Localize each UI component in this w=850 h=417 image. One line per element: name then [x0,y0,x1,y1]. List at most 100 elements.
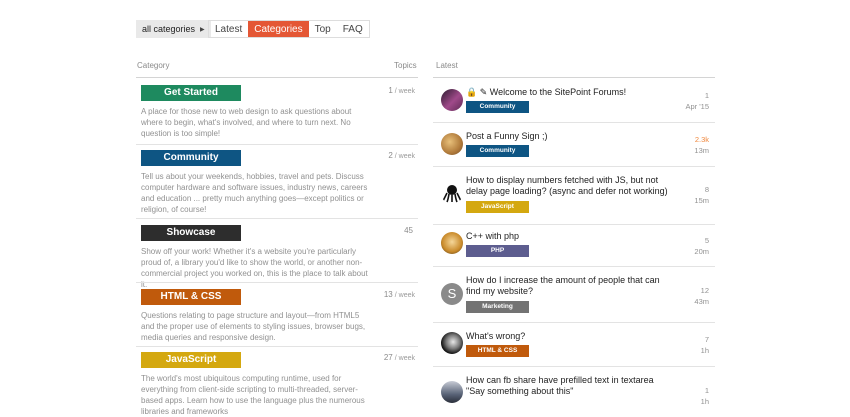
category-badge[interactable]: Community [141,150,241,166]
category-header-divider [136,77,418,78]
count-period: / week [394,153,415,160]
row-divider [433,224,715,225]
topic-title[interactable]: How to display numbers fetched with JS, … [466,175,671,197]
count-value: 2 [388,151,393,160]
topic-stats: 2.3k 13m [694,134,709,156]
avatar[interactable] [441,232,463,254]
count-value: 45 [404,226,413,235]
category-filter[interactable]: all categories ▶ [136,20,211,38]
last-activity: 1h [700,397,709,406]
topic-category-tag[interactable]: JavaScript [466,201,529,213]
tab-latest[interactable]: Latest [209,21,248,37]
count-value: 1 [388,86,393,95]
row-divider [433,366,715,367]
category-description: Questions relating to page structure and… [141,311,366,342]
last-activity: 15m [694,196,709,205]
topic-category-tag[interactable]: Marketing [466,301,529,313]
avatar[interactable] [441,332,463,354]
reply-count: 8 [704,185,709,194]
count-period: / week [394,292,415,299]
count-period: / week [394,88,415,95]
last-activity: 20m [694,247,709,256]
row-divider [136,144,418,145]
topic-stats: 7 1h [701,334,709,356]
latest-column-header: Latest [436,61,458,70]
topic-row[interactable]: How to display numbers fetched with JS, … [433,168,715,224]
count-period: / week [394,355,415,362]
topic-row[interactable]: S How do I increase the amount of people… [433,268,715,322]
category-row-html-css[interactable]: HTML & CSS Questions relating to page st… [136,289,418,343]
nav-tabs: Latest Categories Top FAQ [208,20,370,38]
topic-title[interactable]: What's wrong? [466,331,671,342]
row-divider [433,266,715,267]
last-activity: Apr '15 [685,102,709,111]
caret-right-icon: ▶ [200,26,205,33]
last-activity: 13m [694,146,709,155]
topic-title[interactable]: Post a Funny Sign ;) [466,131,671,142]
topic-row[interactable]: Post a Funny Sign ;) Community 2.3k 13m [433,124,715,166]
category-description: A place for those new to web design to a… [141,107,352,138]
category-row-get-started[interactable]: Get Started A place for those new to web… [136,85,418,139]
topics-count: 27/ week [384,353,415,362]
topic-title[interactable]: How do I increase the amount of people t… [466,275,671,297]
reply-count: 12 [700,286,709,295]
topic-stats: 8 15m [694,184,709,206]
topic-stats: 5 20m [694,235,709,257]
count-value: 13 [383,290,393,299]
reply-count: 7 [704,335,709,344]
category-dropdown[interactable]: all categories ▶ [136,20,211,38]
row-divider [136,282,418,283]
topic-row[interactable]: What's wrong? HTML & CSS 7 1h [433,324,715,366]
last-activity: 43m [694,297,709,306]
category-badge[interactable]: HTML & CSS [141,289,241,305]
row-divider [136,346,418,347]
topics-count: 13/ week [384,290,415,299]
category-badge[interactable]: Get Started [141,85,241,101]
topic-title[interactable]: C++ with php [466,231,671,242]
last-activity: 1h [700,346,709,355]
avatar[interactable] [441,133,463,155]
topics-count: 45 [404,226,415,235]
category-description: Tell us about your weekends, hobbies, tr… [141,172,368,214]
reply-count: 5 [704,236,709,245]
category-row-community[interactable]: Community Tell us about your weekends, h… [136,150,418,215]
row-divider [433,166,715,167]
tab-faq[interactable]: FAQ [337,21,369,37]
topic-title[interactable]: How can fb share have prefilled text in … [466,375,671,397]
topic-category-tag[interactable]: HTML & CSS [466,345,529,357]
row-divider [433,122,715,123]
reply-count: 1 [704,91,709,100]
tab-categories[interactable]: Categories [248,21,309,37]
tab-top[interactable]: Top [309,21,337,37]
row-divider [433,322,715,323]
row-divider [136,218,418,219]
topic-category-tag[interactable]: PHP [466,245,529,257]
topic-stats: 12 43m [694,285,709,307]
avatar[interactable] [441,89,463,111]
topic-row[interactable]: C++ with php PHP 5 20m [433,226,715,266]
topic-stats: 1 1h [701,385,709,407]
category-description: Show off your work! Whether it's a websi… [141,247,368,289]
topic-row[interactable]: 🔒 ✎ Welcome to the SitePoint Forums! Com… [433,80,715,122]
topics-count: 1/ week [388,86,415,95]
count-value: 27 [383,353,393,362]
reply-count: 1 [704,386,709,395]
category-dropdown-label: all categories [142,24,196,34]
category-badge[interactable]: Showcase [141,225,241,241]
topics-column-header: Topics [394,61,417,70]
topic-row[interactable]: How can fb share have prefilled text in … [433,368,715,406]
reply-count: 2.3k [694,135,709,144]
topics-count: 2/ week [388,151,415,160]
category-description: The world's most ubiquitous computing ru… [141,374,365,416]
topic-category-tag[interactable]: Community [466,101,529,113]
topic-stats: 1 Apr '15 [685,90,709,112]
letter-avatar[interactable]: S [441,283,463,305]
topic-category-tag[interactable]: Community [466,145,529,157]
category-column-header: Category [137,61,170,70]
category-badge[interactable]: JavaScript [141,352,241,368]
octopus-avatar-icon[interactable] [441,182,463,204]
latest-header-divider [433,77,715,78]
category-row-showcase[interactable]: Showcase Show off your work! Whether it'… [136,225,418,290]
category-row-javascript[interactable]: JavaScript The world's most ubiquitous c… [136,352,418,417]
topic-title[interactable]: 🔒 ✎ Welcome to the SitePoint Forums! [466,87,671,98]
